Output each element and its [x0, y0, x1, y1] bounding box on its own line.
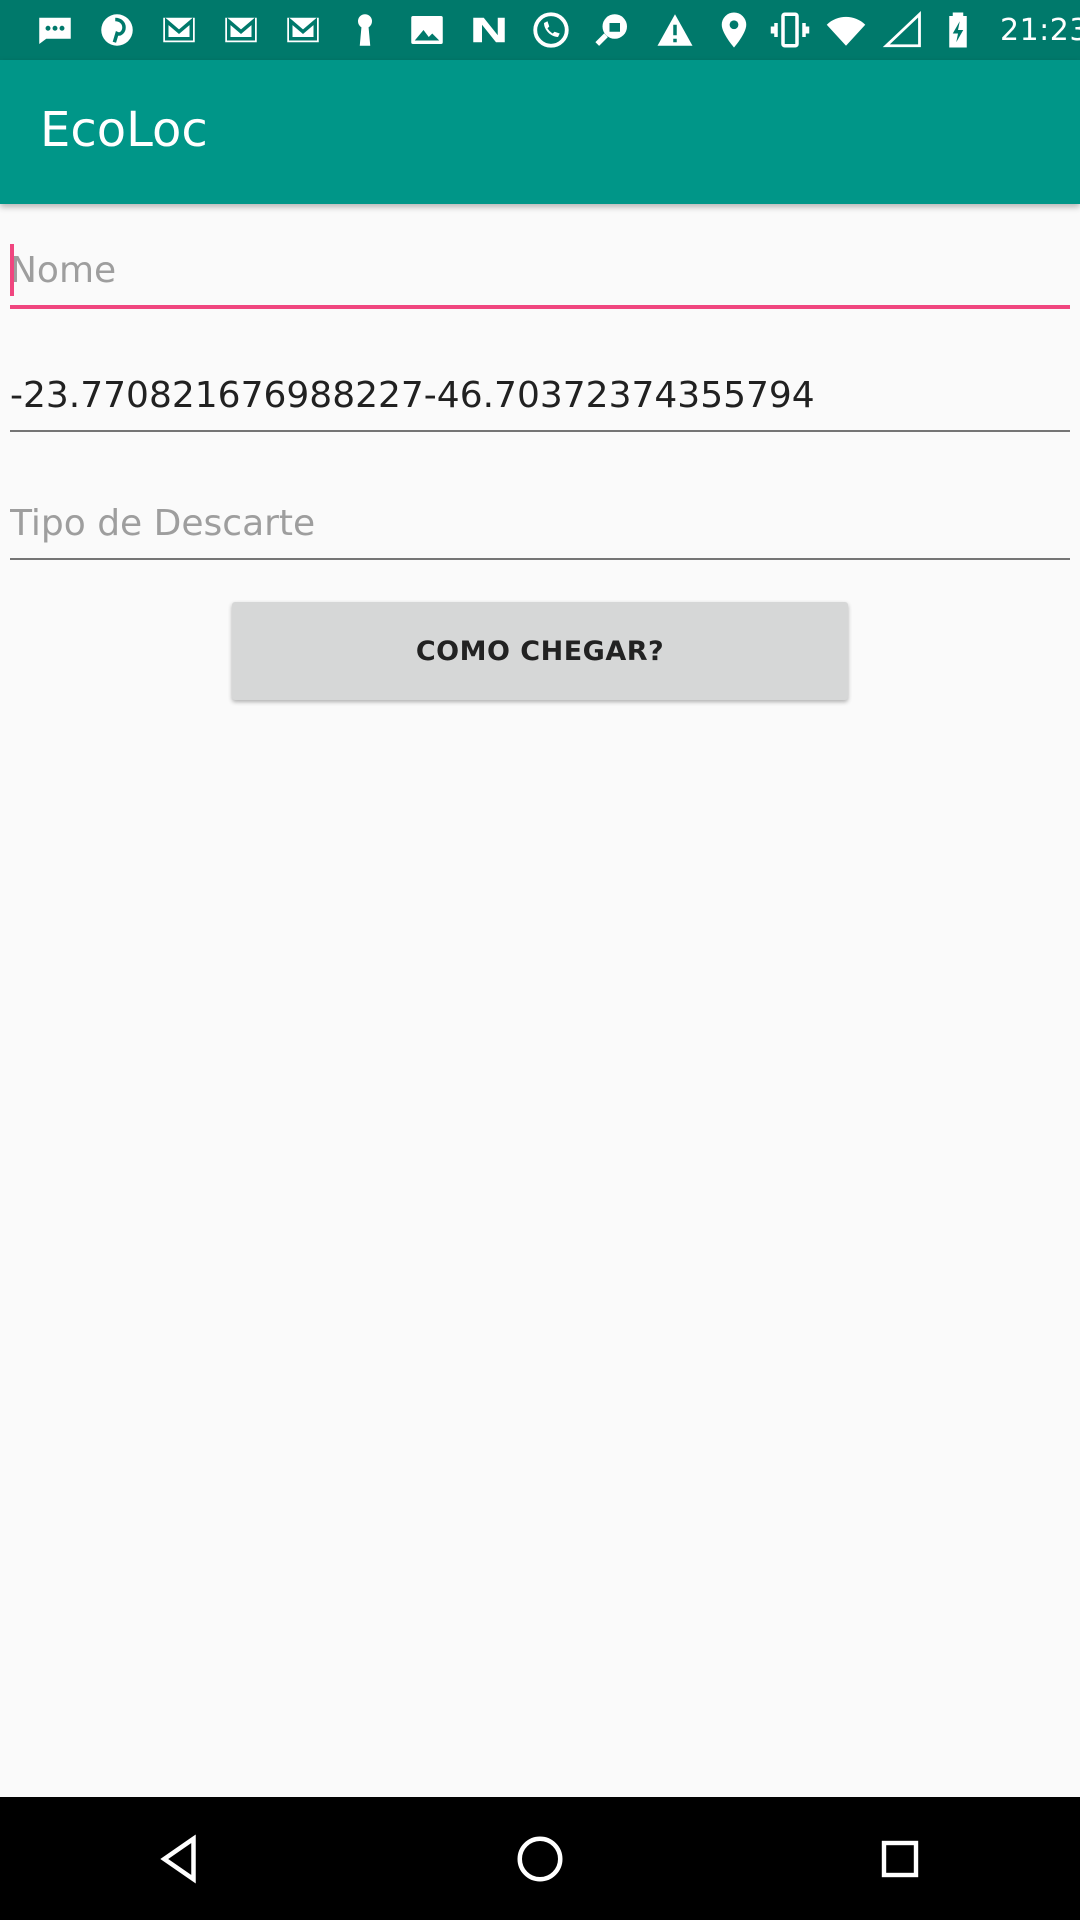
gmail-icon [148, 0, 210, 60]
wifi-icon [818, 0, 874, 60]
text-cursor [10, 244, 14, 296]
name-field-container [10, 235, 1070, 309]
location-icon [706, 0, 762, 60]
pinterest-icon [86, 0, 148, 60]
clock: 21:23 [1000, 12, 1080, 48]
tipo-descarte-field-container [10, 488, 1070, 560]
signal-icon [874, 0, 930, 60]
tipo-descarte-field[interactable] [10, 488, 1070, 558]
gmail-icon [210, 0, 272, 60]
warning-icon [644, 0, 706, 60]
coords-field-container [10, 360, 1070, 432]
vibrate-icon [762, 0, 818, 60]
gmail-icon [272, 0, 334, 60]
back-icon[interactable] [120, 1809, 240, 1909]
coords-field[interactable] [10, 360, 1070, 430]
chat-bubble-icon [24, 0, 86, 60]
como-chegar-button[interactable]: COMO CHEGAR? [232, 602, 848, 700]
app-title: EcoLoc [40, 102, 208, 158]
n-app-icon [458, 0, 520, 60]
whatsapp-icon [520, 0, 582, 60]
home-icon[interactable] [480, 1809, 600, 1909]
search-briefcase-icon [582, 0, 644, 60]
battery-icon [930, 0, 986, 60]
status-bar: 21:23 [0, 0, 1080, 60]
recents-icon[interactable] [840, 1809, 960, 1909]
name-field[interactable] [10, 235, 1070, 305]
name-field-underline [10, 305, 1070, 309]
app-bar: EcoLoc [0, 60, 1080, 204]
coords-field-underline [10, 430, 1070, 432]
keyhole-icon [334, 0, 396, 60]
tipo-descarte-field-underline [10, 558, 1070, 560]
navigation-bar [0, 1797, 1080, 1920]
image-icon [396, 0, 458, 60]
